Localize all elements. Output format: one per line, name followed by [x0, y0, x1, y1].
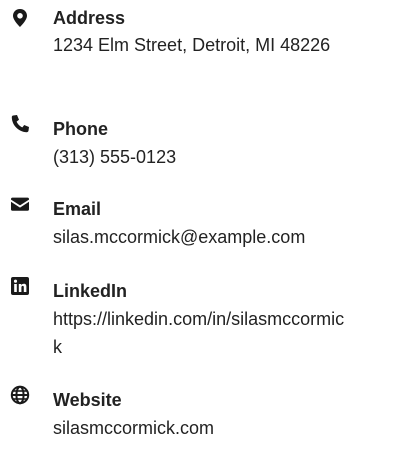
contact-list: Address 1234 Elm Street, Detroit, MI 482…: [0, 0, 403, 451]
globe-icon: [10, 385, 30, 405]
linkedin-link[interactable]: https://linkedin.com/in/silasmccormick: [53, 305, 353, 361]
website-link[interactable]: silasmccormick.com: [53, 414, 353, 442]
email-label: Email: [53, 199, 102, 219]
phone-icon: [10, 114, 30, 134]
address-value: 1234 Elm Street, Detroit, MI 48226: [53, 35, 331, 55]
linkedin-icon: [10, 276, 30, 296]
phone-label: Phone: [53, 119, 109, 139]
envelope-icon: [10, 194, 30, 214]
phone-value: (313) 555-0123: [53, 147, 177, 167]
map-marker-icon: [10, 8, 30, 28]
address-label: Address: [53, 8, 126, 28]
email-link[interactable]: silas.mccormick@example.com: [53, 223, 353, 251]
linkedin-label: LinkedIn: [53, 281, 128, 301]
website-label: Website: [53, 390, 122, 410]
